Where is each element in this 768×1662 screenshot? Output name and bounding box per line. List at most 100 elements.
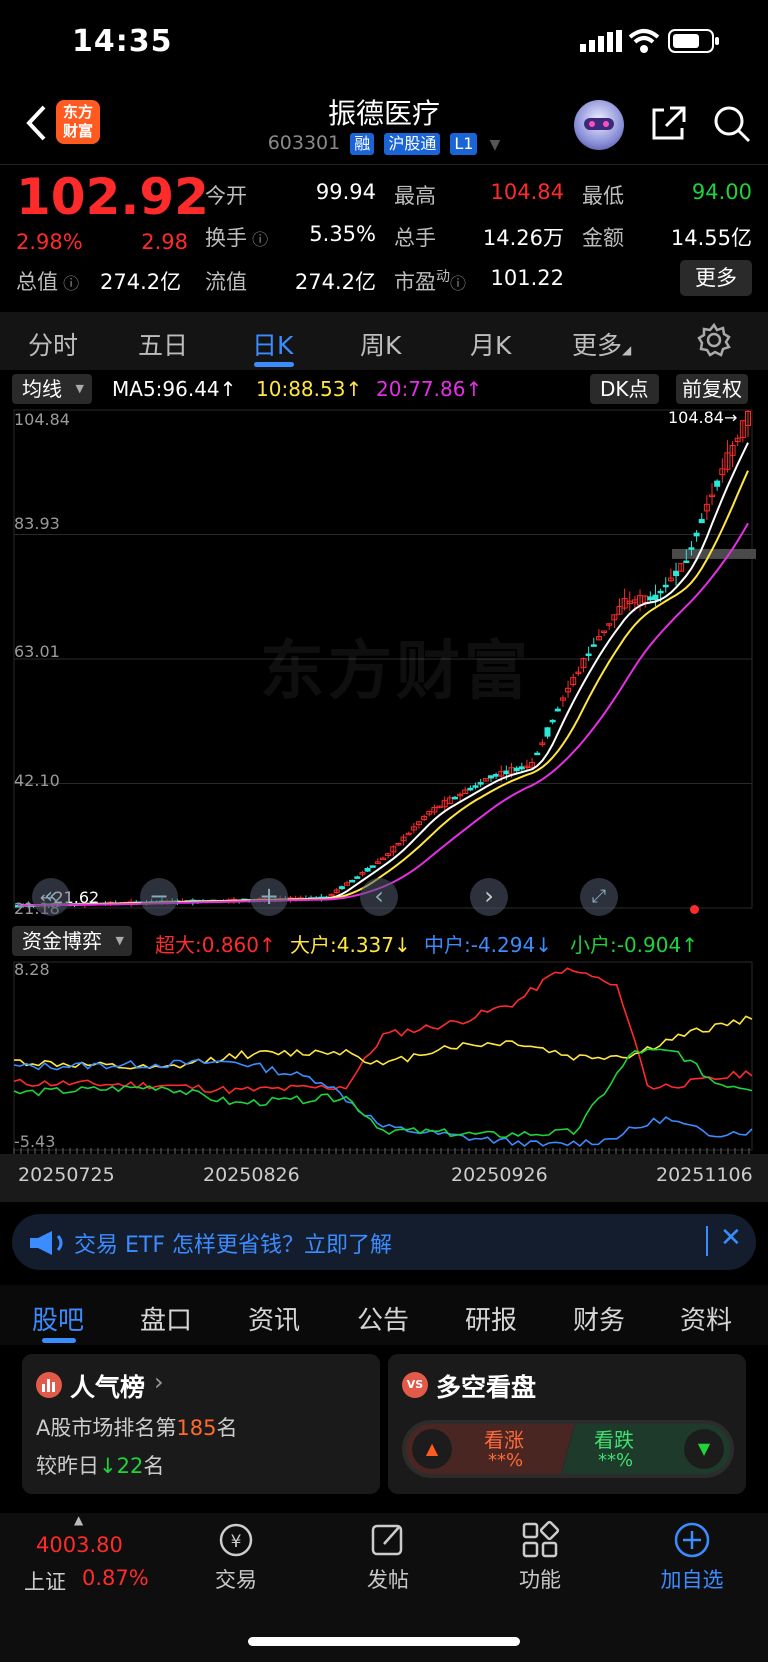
tab-intraday[interactable]: 分时 xyxy=(28,326,78,362)
tab-monthly-k[interactable]: 月K xyxy=(470,326,511,362)
robot-assistant-icon[interactable] xyxy=(574,100,624,150)
tab-five-day[interactable]: 五日 xyxy=(138,326,188,362)
tab-finance[interactable]: 财务 xyxy=(573,1300,625,1337)
candle-body xyxy=(673,570,680,577)
header-divider xyxy=(0,164,768,165)
compare-suffix: 名 xyxy=(143,1454,165,1478)
sentiment-card[interactable]: VS 多空看盘 ▲ 看涨 **% 看跌 **% ▼ xyxy=(388,1354,746,1494)
candle-body xyxy=(652,594,659,601)
tab-order-book[interactable]: 盘口 xyxy=(140,1300,192,1337)
zoom-out-icon[interactable]: − xyxy=(140,878,178,916)
float-label: 流值 xyxy=(205,270,247,294)
vs-icon: VS xyxy=(402,1372,428,1398)
stock-code: 603301 xyxy=(267,132,341,154)
banner-text: 交易 ETF 怎样更省钱？立即了解 xyxy=(74,1233,392,1258)
rank-icon xyxy=(36,1372,62,1398)
wifi-icon xyxy=(628,29,660,53)
tab-daily-k[interactable]: 日K xyxy=(252,326,293,362)
fund-flow-chart[interactable] xyxy=(0,956,768,1154)
date-tick-2: 20250826 xyxy=(203,1164,300,1186)
bull-arrow-icon[interactable]: ▲ xyxy=(412,1429,452,1469)
fullscreen-icon[interactable]: ⤢ xyxy=(580,878,618,916)
fund-indicator-select[interactable]: 资金博弈 ▼ xyxy=(12,926,132,956)
signal-dot xyxy=(690,905,699,914)
etf-banner[interactable]: 交易 ETF 怎样更省钱？立即了解 ✕ xyxy=(12,1214,756,1270)
turnover-label: 换手 ⓘ xyxy=(205,226,269,250)
step-right-icon[interactable]: › xyxy=(470,878,508,916)
step-left-icon[interactable]: ‹ xyxy=(360,878,398,916)
ma20-label: 20:77.86↑ xyxy=(376,377,483,401)
candle-body xyxy=(714,480,721,487)
tab-news[interactable]: 资讯 xyxy=(248,1300,300,1337)
bear-value: **% xyxy=(598,1450,634,1471)
fund-medium-line xyxy=(13,1058,753,1148)
tab-weekly-k[interactable]: 周K xyxy=(360,326,401,362)
tab-announcements[interactable]: 公告 xyxy=(357,1300,409,1337)
edit-icon xyxy=(371,1524,403,1556)
add-circle-icon xyxy=(674,1522,710,1558)
volume-label: 总手 xyxy=(394,226,436,250)
candle-body xyxy=(487,775,494,779)
small-label: 小户:-0.904↑ xyxy=(570,933,698,957)
open-label: 今开 xyxy=(205,184,247,208)
dk-point-button[interactable]: DK点 xyxy=(590,374,659,404)
compare-value: 22 xyxy=(116,1454,144,1478)
zoom-in-icon[interactable]: + xyxy=(250,878,288,916)
fund-y-bottom: -5.43 xyxy=(14,1132,56,1151)
tab-more[interactable]: 更多◢ xyxy=(572,326,631,362)
fund-super-large-line xyxy=(13,967,753,1095)
share-icon[interactable] xyxy=(650,104,688,142)
index-change[interactable]: 0.87% xyxy=(82,1566,149,1590)
dropdown-arrow-icon: ▼ xyxy=(75,382,84,395)
nav-post[interactable]: 发帖 xyxy=(348,1520,428,1600)
banner-divider xyxy=(706,1226,708,1256)
turnover-value: 5.35% xyxy=(309,222,376,246)
candle-body xyxy=(554,708,561,712)
candle-body xyxy=(451,796,458,800)
candle-body xyxy=(503,770,510,775)
index-name[interactable]: 上证 xyxy=(24,1566,66,1596)
max-price-marker: 104.84→ xyxy=(668,408,738,427)
more-button[interactable]: 更多 xyxy=(680,260,752,296)
bear-arrow-icon[interactable]: ▼ xyxy=(684,1429,724,1469)
adjust-button[interactable]: 前复权 xyxy=(676,374,748,404)
connect-tag: 沪股通 xyxy=(384,132,441,155)
index-value[interactable]: 4003.80 xyxy=(36,1533,123,1557)
close-icon[interactable]: ✕ xyxy=(720,1223,742,1253)
search-icon[interactable] xyxy=(712,104,752,144)
high-label: 最高 xyxy=(394,184,436,208)
indicator-select[interactable]: 均线 ▼ xyxy=(12,374,92,404)
fund-frame xyxy=(13,961,753,1151)
tab-research[interactable]: 研报 xyxy=(465,1300,517,1337)
candle-body xyxy=(534,752,541,756)
tab-profile[interactable]: 资料 xyxy=(680,1300,732,1337)
trade-icon: ¥ xyxy=(219,1523,253,1557)
grid-icon xyxy=(522,1520,560,1558)
nav-trade[interactable]: ¥ 交易 xyxy=(196,1520,276,1600)
float-value: 274.2亿 xyxy=(294,270,376,294)
amount-value: 14.55亿 xyxy=(670,226,752,250)
total-value-label: 总值 ⓘ xyxy=(16,270,80,294)
pe-sup: 动 xyxy=(436,269,450,285)
popularity-card[interactable]: 人气榜 › A股市场排名第185名 较昨日↓22名 xyxy=(22,1354,380,1494)
rank-suffix: 名 xyxy=(216,1416,238,1440)
tab-forum[interactable]: 股吧 xyxy=(32,1300,84,1337)
settings-icon[interactable] xyxy=(697,323,731,357)
nav-add-watchlist[interactable]: 加自选 xyxy=(652,1520,732,1600)
candle-body xyxy=(477,782,484,785)
candle-body xyxy=(349,879,356,883)
scroll-left-icon[interactable]: « xyxy=(32,878,70,916)
expand-up-icon[interactable]: ▲ xyxy=(74,1513,83,1527)
date-axis xyxy=(0,1154,768,1202)
nav-functions[interactable]: 功能 xyxy=(500,1520,580,1600)
y-tick-1: 104.84 xyxy=(14,410,70,429)
pe-label: 市盈动ⓘ xyxy=(394,269,467,294)
arrow-down-icon: ↓ xyxy=(99,1454,117,1478)
candle-body xyxy=(549,719,556,723)
candle-body xyxy=(590,644,597,647)
bull-value: **% xyxy=(488,1450,524,1471)
ma10-label: 10:88.53↑ xyxy=(256,377,363,401)
candle-body xyxy=(585,653,592,657)
ma5-label: MA5:96.44↑ xyxy=(112,377,237,401)
signal-icon xyxy=(580,30,622,52)
